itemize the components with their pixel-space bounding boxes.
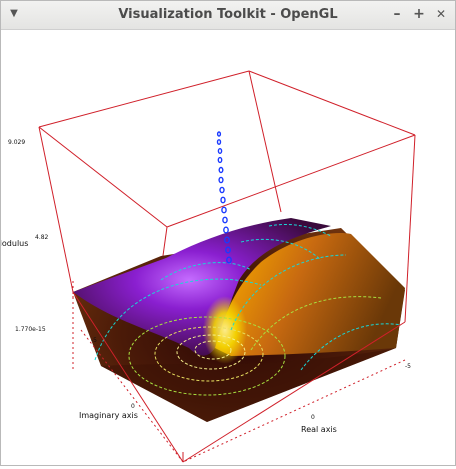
window-title: Visualization Toolkit - OpenGL [118,7,338,22]
x-tick-neg5: -5 [405,363,411,370]
y-tick-zero: 0 [131,403,135,410]
x-tick-zero: 0 [311,414,315,421]
render-viewport[interactable]: 9.029 4.82 1.770e-15 Modulus -5 0 Imagin… [0,30,455,465]
maximize-button[interactable]: + [411,6,427,22]
minimize-button[interactable]: – [389,6,405,22]
title-bar[interactable]: ▼ Visualization Toolkit - OpenGL – + ✕ [1,1,455,30]
3d-plot[interactable]: 9.029 4.82 1.770e-15 Modulus -5 0 Imagin… [0,30,455,465]
y-axis-label: Imaginary axis [79,411,138,420]
z-tick-max: 9.029 [8,139,25,146]
z-tick-mid: 4.82 [35,234,49,241]
z-tick-min: 1.770e-15 [15,326,46,333]
x-axis-label: Real axis [301,425,337,434]
y-tick-neg5: -5 [91,337,97,344]
z-axis-label: Modulus [1,239,28,248]
app-window: ▼ Visualization Toolkit - OpenGL – + ✕ 9… [0,0,456,466]
close-button[interactable]: ✕ [433,6,449,22]
